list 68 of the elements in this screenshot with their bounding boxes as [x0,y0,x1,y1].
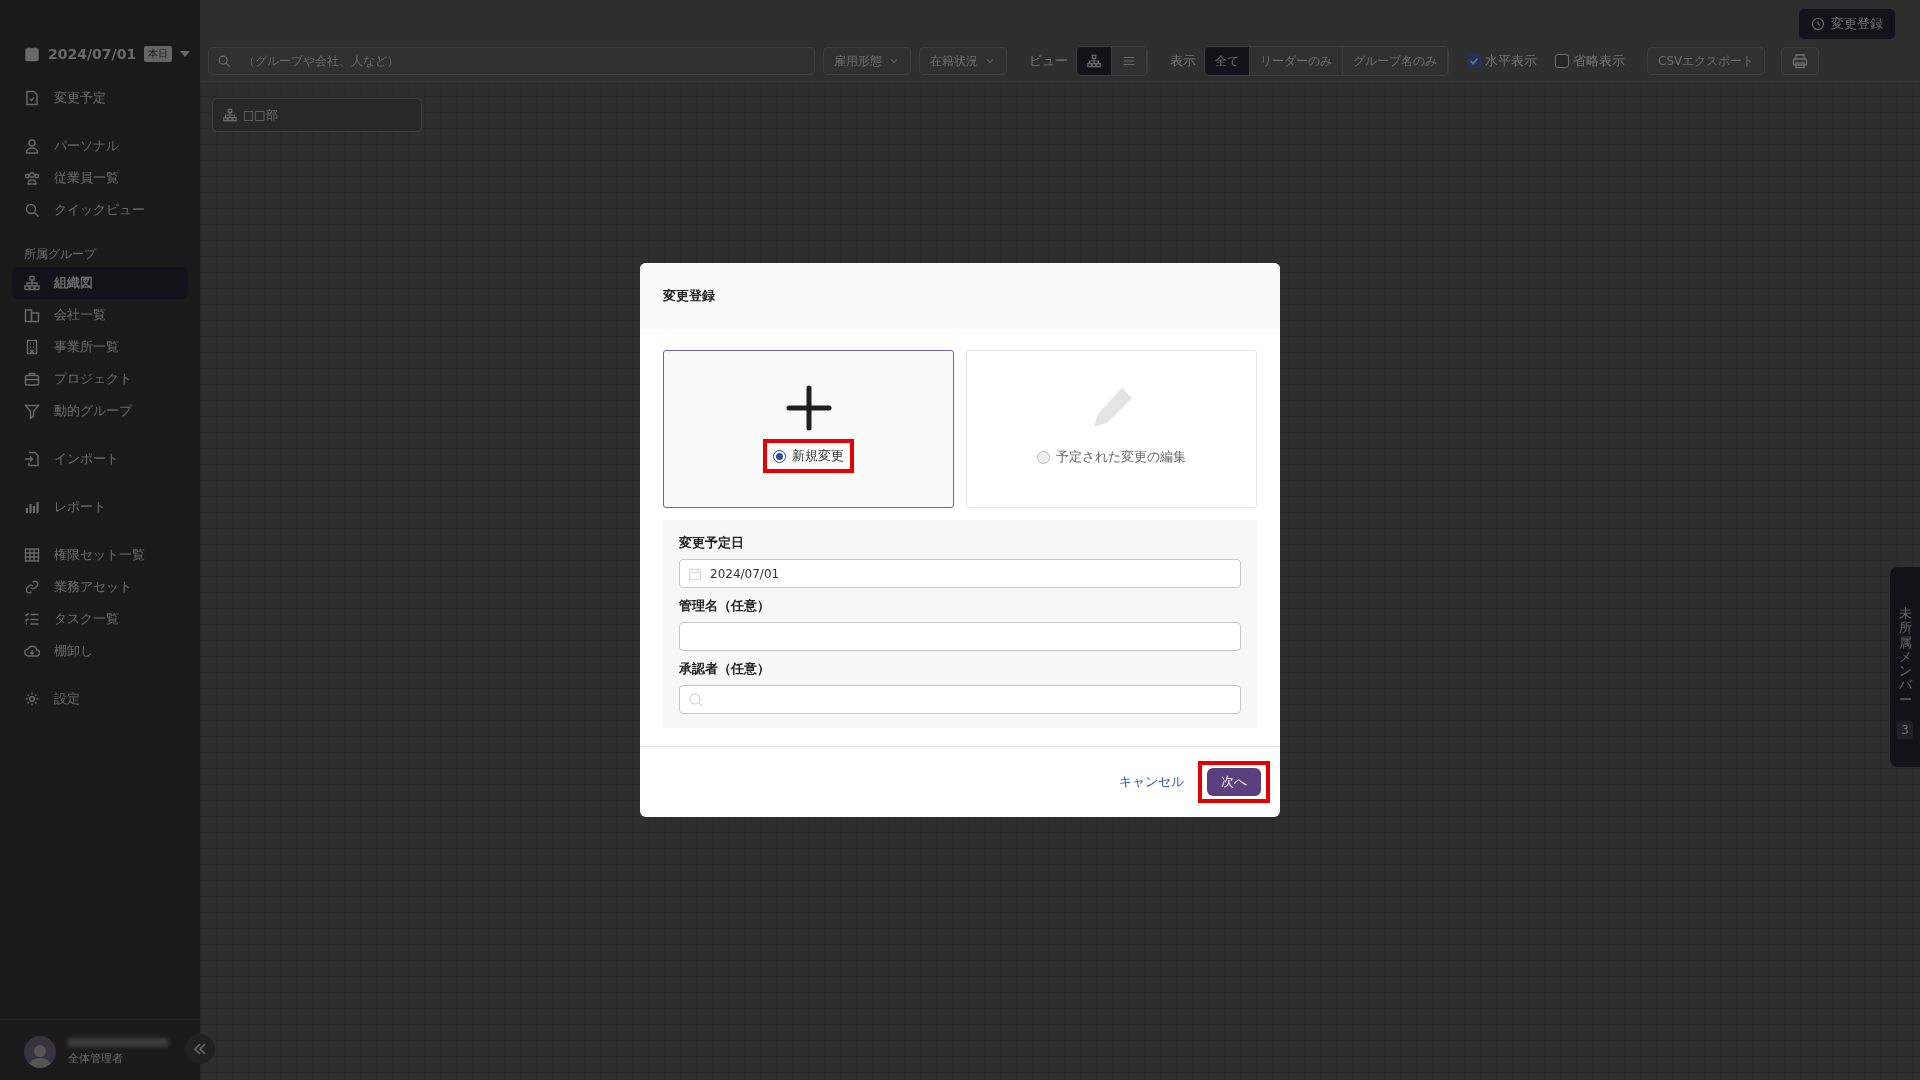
calendar-icon [688,566,702,581]
person-icon [24,138,40,154]
plus-icon [785,385,832,431]
search-icon [688,691,704,708]
list-icon [1122,54,1136,68]
user-role: 全体管理者 [68,1051,124,1066]
sidebar-item[interactable]: 組織図 [12,267,188,299]
sidebar-item[interactable]: 棚卸し [12,635,188,667]
search-icon [24,202,40,218]
printer-icon [1792,53,1809,69]
clock-icon [1811,17,1825,31]
date-field[interactable]: 2024/07/01 [679,559,1241,588]
caret-icon[interactable] [180,51,191,57]
count-badge: 3 [1897,721,1913,740]
double-chevron-left-icon [193,1042,207,1056]
radio-label: 予定された変更の編集 [1056,448,1186,466]
option-card[interactable]: 予定された変更の編集 [966,350,1257,508]
unassigned-members-tab[interactable]: 未所属メンバー 3 [1890,567,1920,767]
display-option[interactable]: 全て [1205,47,1250,75]
org-chart-icon [24,275,40,291]
checkbox[interactable] [1467,54,1481,68]
radio-button[interactable] [773,449,786,463]
node-label: □□部 [243,106,278,124]
display-label: 表示 [1170,52,1196,70]
field-label: 承認者（任意） [679,660,771,678]
checkbox-label: 水平表示 [1485,52,1537,70]
avatar-icon[interactable] [24,1036,56,1068]
dialog-title: 変更登録 [663,287,715,305]
tab-label: 未所属メンバー [1898,607,1912,708]
sidebar-item[interactable]: プロジェクト [12,363,188,395]
import-icon [24,451,40,467]
org-chart-view-button[interactable] [1077,47,1112,75]
date-label[interactable]: 2024/07/01 [48,46,137,62]
document-icon [24,90,40,106]
search-icon [217,54,231,68]
field-label: 管理名（任意） [679,597,771,615]
people-icon [24,170,40,186]
field-label: 変更予定日 [679,534,745,552]
org-node[interactable]: □□部 [212,98,422,132]
link-icon [24,579,40,595]
radio-button[interactable] [1037,450,1050,464]
gear-icon [24,691,40,707]
sidebar-item[interactable]: 変更予定 [12,82,188,114]
radio-label: 新規変更 [792,447,844,465]
buildings-icon [24,307,40,323]
sidebar-item[interactable]: 業務アセット [12,571,188,603]
bar-chart-icon [24,499,40,515]
checkbox-label: 省略表示 [1573,52,1625,70]
calendar-icon [24,46,40,62]
input-field[interactable] [679,622,1241,651]
org-chart-icon [1087,54,1101,68]
cloud-icon [24,643,40,659]
option-card[interactable]: 新規変更 [663,350,954,508]
sidebar-item[interactable]: 設定 [12,683,188,715]
building-icon [24,339,40,355]
today-badge: 本日 [144,46,173,62]
check-icon [1469,56,1479,66]
org-chart-icon [223,108,237,122]
grid-icon [24,547,40,563]
register-change-button[interactable]: 変更登録 [1799,9,1895,39]
checklist-icon [24,611,40,627]
section-heading: 所属グループ [23,246,98,263]
cancel-link[interactable]: キャンセル [1115,773,1188,791]
print-button[interactable] [1781,47,1820,75]
filter-icon [24,403,40,419]
next-button[interactable]: 次へ [1207,768,1261,796]
search-field[interactable] [679,685,1241,714]
briefcase-icon [24,371,40,387]
